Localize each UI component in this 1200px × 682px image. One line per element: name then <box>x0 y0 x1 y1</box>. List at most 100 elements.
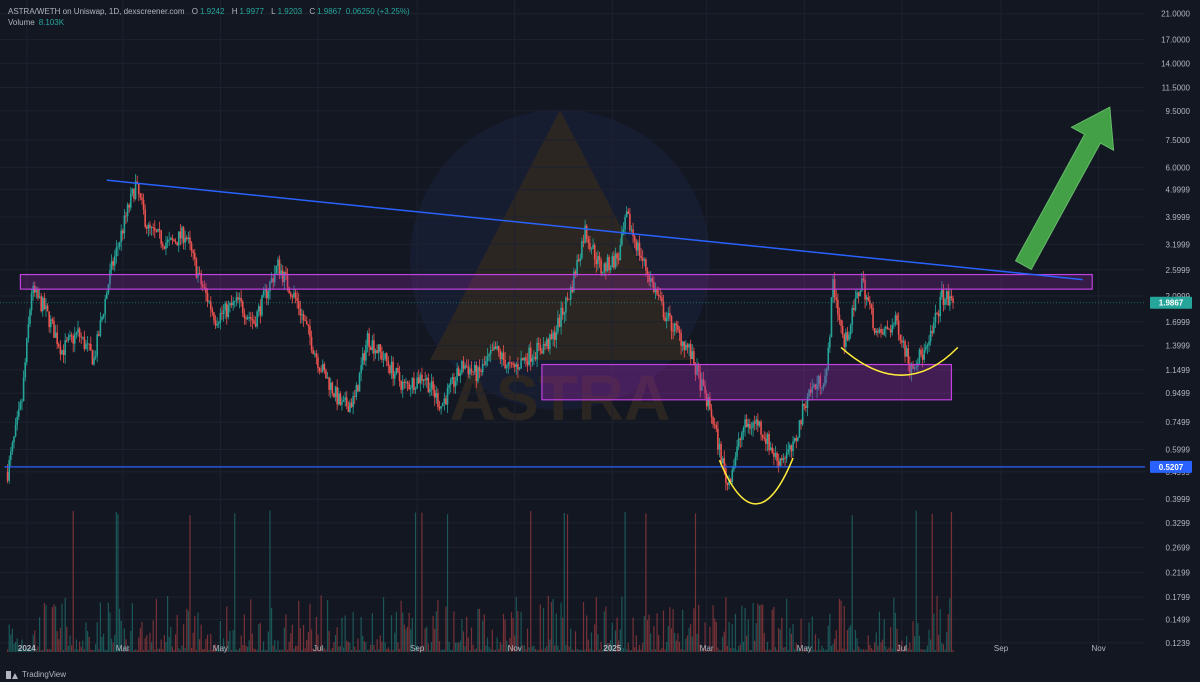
candle-body <box>360 365 362 374</box>
candle-body <box>168 239 170 241</box>
candle-body <box>665 318 668 322</box>
candle-body <box>549 334 551 350</box>
candle-body <box>445 398 447 405</box>
candle-body <box>77 328 79 333</box>
candle-body <box>734 456 737 466</box>
volume-bar <box>734 613 737 652</box>
candle-body <box>9 451 12 460</box>
volume-bar <box>35 649 37 652</box>
candle-body <box>745 419 748 428</box>
volume-bar <box>786 598 788 652</box>
candle-body <box>309 326 311 337</box>
volume-bar <box>205 638 207 652</box>
candle-body <box>491 350 494 351</box>
candle-body <box>120 230 122 243</box>
high-value: 1.9977 <box>239 7 264 16</box>
volume-bar <box>181 645 183 652</box>
candle-body <box>417 377 420 384</box>
time-tick-label: 2025 <box>603 644 621 653</box>
volume-bar <box>877 645 879 652</box>
candle-body <box>579 258 582 262</box>
low-label: L <box>271 7 276 16</box>
time-tick-label: Jul <box>313 644 323 653</box>
candle-body <box>577 259 580 262</box>
candle-body <box>425 377 428 381</box>
volume-bar <box>486 637 489 652</box>
volume-bar <box>579 649 581 652</box>
candle-body <box>96 334 98 357</box>
candle-body <box>453 377 455 387</box>
candle-body <box>670 315 673 331</box>
candle-body <box>797 437 799 441</box>
candle-body <box>211 309 214 313</box>
volume-bar <box>200 624 202 652</box>
price-tick-label: 7.5000 <box>1166 136 1191 145</box>
volume-bar <box>731 624 733 652</box>
candle-body <box>219 312 222 323</box>
candle-body <box>941 288 943 297</box>
candle-body <box>473 365 476 372</box>
volume-bar <box>459 640 461 652</box>
candle-body <box>768 434 770 451</box>
volume-bar <box>597 634 599 652</box>
candle-body <box>53 320 55 338</box>
volume-bar <box>58 639 60 652</box>
price-tick-label: 4.9999 <box>1166 186 1191 195</box>
candle-body <box>673 323 676 332</box>
price-tick-label: 0.2199 <box>1166 569 1191 578</box>
candle-body <box>297 301 300 309</box>
volume-bar <box>917 623 919 652</box>
volume-bar <box>374 649 377 652</box>
volume-bar <box>677 633 679 652</box>
candle-body <box>576 259 578 275</box>
volume-bar <box>867 635 869 652</box>
volume-bar <box>760 604 762 652</box>
volume-bar <box>381 641 383 652</box>
candle-body <box>97 334 100 336</box>
candle-body <box>689 344 692 359</box>
volume-bar <box>648 614 650 652</box>
volume-bar <box>379 635 381 652</box>
candle-body <box>889 329 892 333</box>
candle-body <box>371 340 374 350</box>
volume-bar <box>443 649 445 652</box>
price-chart[interactable]: ASTRA21.000017.000014.000011.50009.50007… <box>0 0 1200 682</box>
volume-bar <box>528 647 530 652</box>
tradingview-brand[interactable]: TradingView <box>6 670 66 679</box>
candle-body <box>849 324 852 335</box>
volume-bar <box>493 649 495 652</box>
volume-bar <box>67 646 69 652</box>
candle-body <box>563 312 566 315</box>
volume-bar <box>282 649 284 652</box>
candle-body <box>249 317 252 320</box>
candle-body <box>609 267 612 271</box>
candle-body <box>83 336 86 349</box>
volume-bar <box>869 644 871 652</box>
volume-bar <box>862 649 865 652</box>
candle-body <box>545 339 548 346</box>
tradingview-label: TradingView <box>22 670 67 679</box>
volume-bar <box>307 632 309 652</box>
volume-bar <box>541 649 543 652</box>
candle-body <box>547 339 550 350</box>
candle-body <box>137 182 140 194</box>
candle-body <box>382 358 385 360</box>
candle-body <box>171 238 174 240</box>
volume-bar <box>827 625 829 652</box>
candle-body <box>147 224 150 229</box>
volume-bar <box>14 641 17 652</box>
candle-body <box>421 374 423 381</box>
volume-bar <box>622 648 625 652</box>
volume-bar <box>534 648 537 652</box>
volume-bar <box>283 627 285 652</box>
volume-bar <box>235 649 237 652</box>
candle-body <box>736 446 738 457</box>
candle-body <box>921 354 924 360</box>
candle-body <box>241 301 244 314</box>
candle-body <box>353 396 356 397</box>
candle-body <box>27 323 30 339</box>
candle-body <box>49 319 52 328</box>
volume-bar <box>755 623 757 652</box>
volume-bar <box>203 649 205 652</box>
chart-container[interactable]: ASTRA 21.0000 17.0000 14.0000 11.5000 9.5000 7… <box>0 0 1200 682</box>
